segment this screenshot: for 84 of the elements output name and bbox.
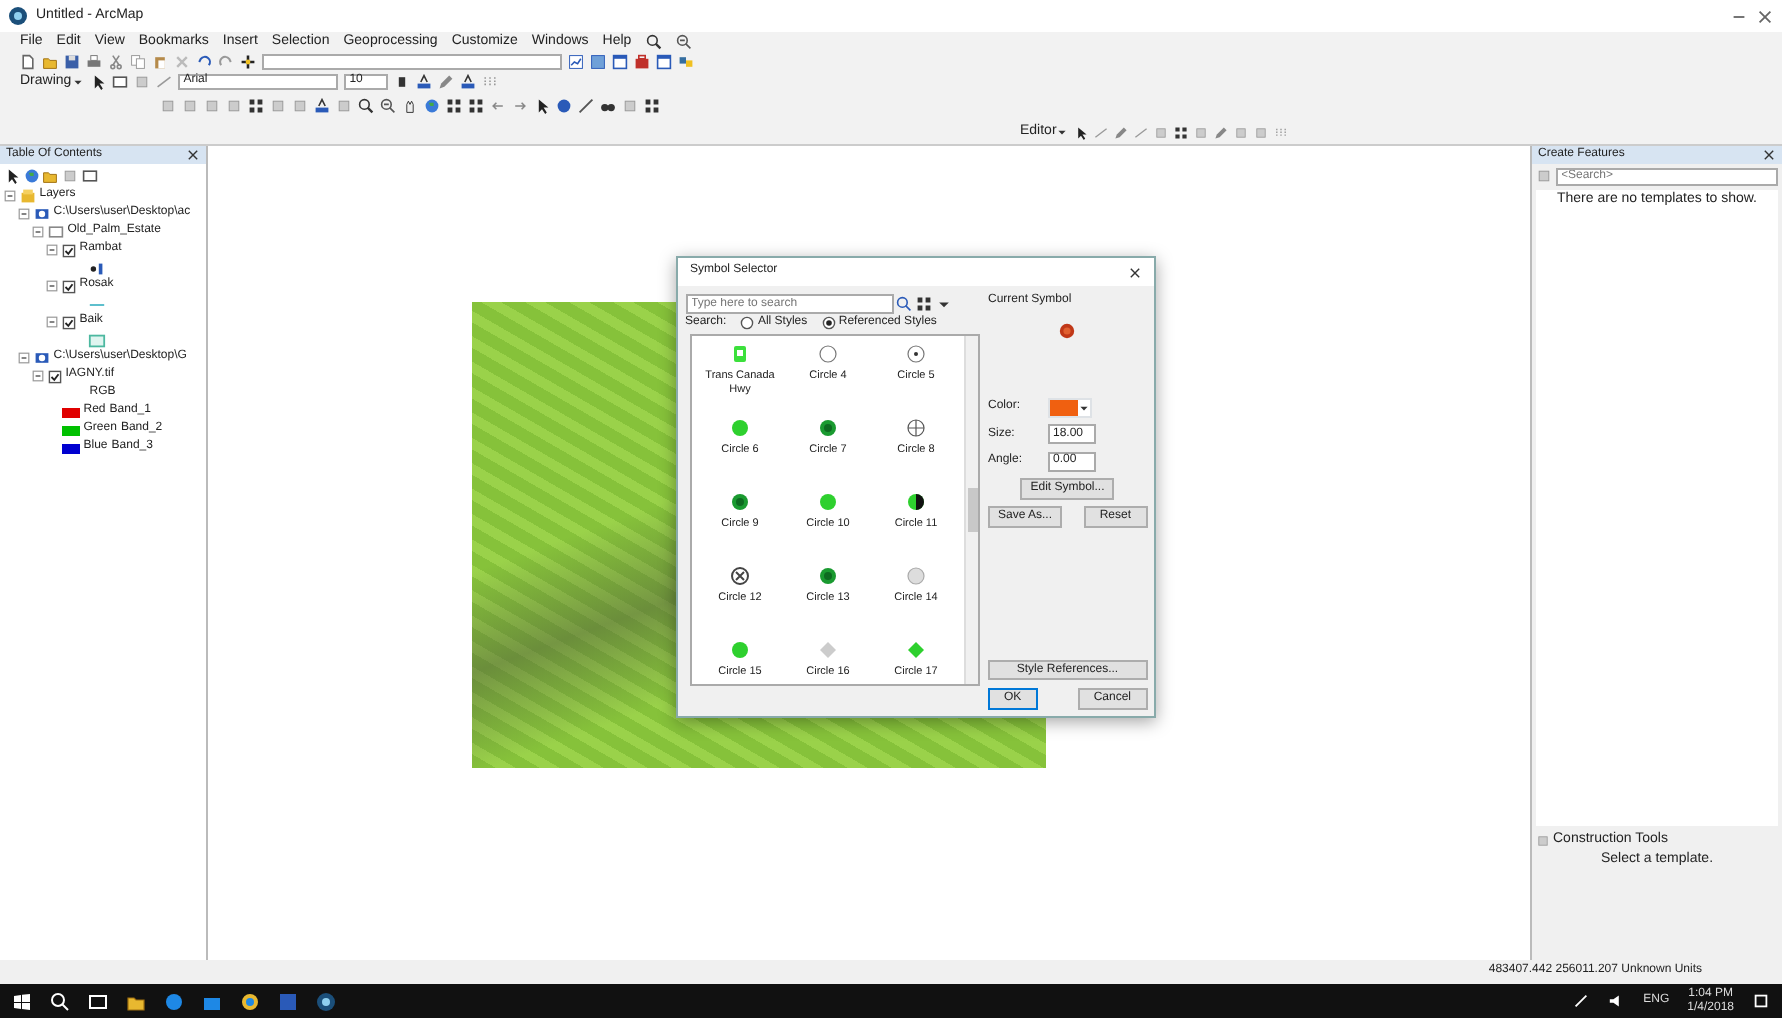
app-globe-icon	[8, 6, 28, 26]
checked-checkbox[interactable]	[47, 369, 62, 383]
circle-icon	[818, 492, 838, 513]
group-layer-icon	[47, 224, 64, 240]
map-window-icon[interactable]	[590, 54, 606, 70]
back-arrow-icon[interactable]	[490, 98, 506, 114]
color-picker[interactable]	[1047, 397, 1091, 418]
circle-icon	[818, 418, 838, 439]
close-icon[interactable]	[1762, 148, 1776, 162]
circle-icon	[730, 640, 750, 661]
search-icon[interactable]	[50, 991, 70, 1011]
checked-checkbox[interactable]	[61, 315, 76, 329]
checked-checkbox[interactable]	[61, 279, 76, 293]
zoom-in-icon[interactable]	[645, 34, 662, 50]
collapse-icon[interactable]	[45, 244, 58, 256]
zoom-out-icon[interactable]	[675, 34, 692, 50]
collapse-icon[interactable]	[17, 352, 30, 364]
circle-icon	[818, 566, 838, 587]
dropdown-icon[interactable]	[1056, 125, 1069, 138]
app-globe-icon[interactable]	[316, 991, 336, 1011]
layers-icon	[19, 188, 36, 204]
collapse-icon[interactable]	[17, 208, 30, 220]
color-swatch-icon[interactable]	[314, 98, 330, 114]
color-swatch-icon[interactable]	[415, 74, 432, 90]
pointer-icon[interactable]	[1074, 125, 1089, 139]
collapse-icon[interactable]	[45, 280, 58, 292]
forward-arrow-icon[interactable]	[512, 98, 528, 114]
undo-icon[interactable]	[196, 54, 212, 70]
pencil-icon[interactable]	[1214, 125, 1229, 139]
circle-icon	[906, 566, 926, 587]
ring-icon	[818, 344, 838, 365]
toolbox-icon[interactable]	[634, 54, 650, 70]
redo-icon[interactable]	[218, 54, 234, 70]
circle-icon[interactable]	[240, 991, 260, 1011]
window-icon[interactable]	[612, 54, 628, 70]
gripper-icon[interactable]	[481, 74, 498, 90]
zoom-out-icon[interactable]	[380, 98, 396, 114]
diamond-icon	[906, 640, 926, 661]
half-circle-icon	[906, 492, 926, 513]
radio-selected[interactable]	[821, 316, 836, 331]
windows-logo-icon[interactable]	[12, 991, 32, 1011]
save-icon[interactable]	[64, 54, 80, 70]
paste-icon[interactable]	[152, 54, 168, 70]
color-swatch-icon[interactable]	[459, 74, 476, 90]
scale-field[interactable]	[262, 54, 562, 70]
zoom-in-icon[interactable]	[358, 98, 374, 114]
add-data-icon[interactable]	[240, 54, 256, 70]
close-icon[interactable]	[1756, 7, 1774, 25]
x-circle-icon	[730, 566, 750, 587]
crosshair-circle-icon	[906, 418, 926, 439]
diamond-icon	[818, 640, 838, 661]
pointer-icon[interactable]	[3, 167, 20, 184]
circle-icon	[730, 418, 750, 439]
dotted-circle-icon	[906, 344, 926, 365]
pencil-icon[interactable]	[1114, 125, 1129, 139]
python-icon[interactable]	[678, 54, 694, 70]
scrollbar[interactable]	[964, 336, 978, 685]
chart-icon[interactable]	[568, 54, 584, 70]
radio-unselected[interactable]	[740, 316, 755, 331]
open-folder-icon[interactable]	[126, 991, 146, 1011]
collapse-icon[interactable]	[3, 190, 16, 202]
circle-icon	[730, 492, 750, 513]
window-icon[interactable]	[656, 54, 672, 70]
pointer-icon[interactable]	[89, 74, 106, 90]
pointer-icon[interactable]	[534, 98, 550, 114]
collapse-icon[interactable]	[45, 316, 58, 328]
point-symbol-icon	[87, 259, 106, 277]
shield-icon	[730, 344, 750, 365]
collapse-icon[interactable]	[31, 226, 44, 238]
collapse-icon[interactable]	[31, 370, 44, 382]
globe-icon[interactable]	[424, 98, 440, 114]
checked-checkbox[interactable]	[61, 243, 76, 257]
task-view-icon[interactable]	[88, 991, 108, 1011]
rectangle-icon[interactable]	[81, 167, 98, 184]
notification-icon[interactable]	[1752, 992, 1770, 1010]
globe-icon[interactable]	[23, 167, 39, 184]
binoculars-icon[interactable]	[600, 98, 616, 114]
print-icon[interactable]	[86, 54, 102, 70]
close-icon[interactable]	[186, 148, 200, 162]
gripper-icon[interactable]	[1274, 125, 1289, 139]
close-icon[interactable]	[1128, 265, 1142, 279]
rectangle-icon[interactable]	[111, 74, 128, 90]
polygon-symbol-icon	[87, 331, 106, 349]
current-symbol-icon	[1058, 321, 1077, 340]
